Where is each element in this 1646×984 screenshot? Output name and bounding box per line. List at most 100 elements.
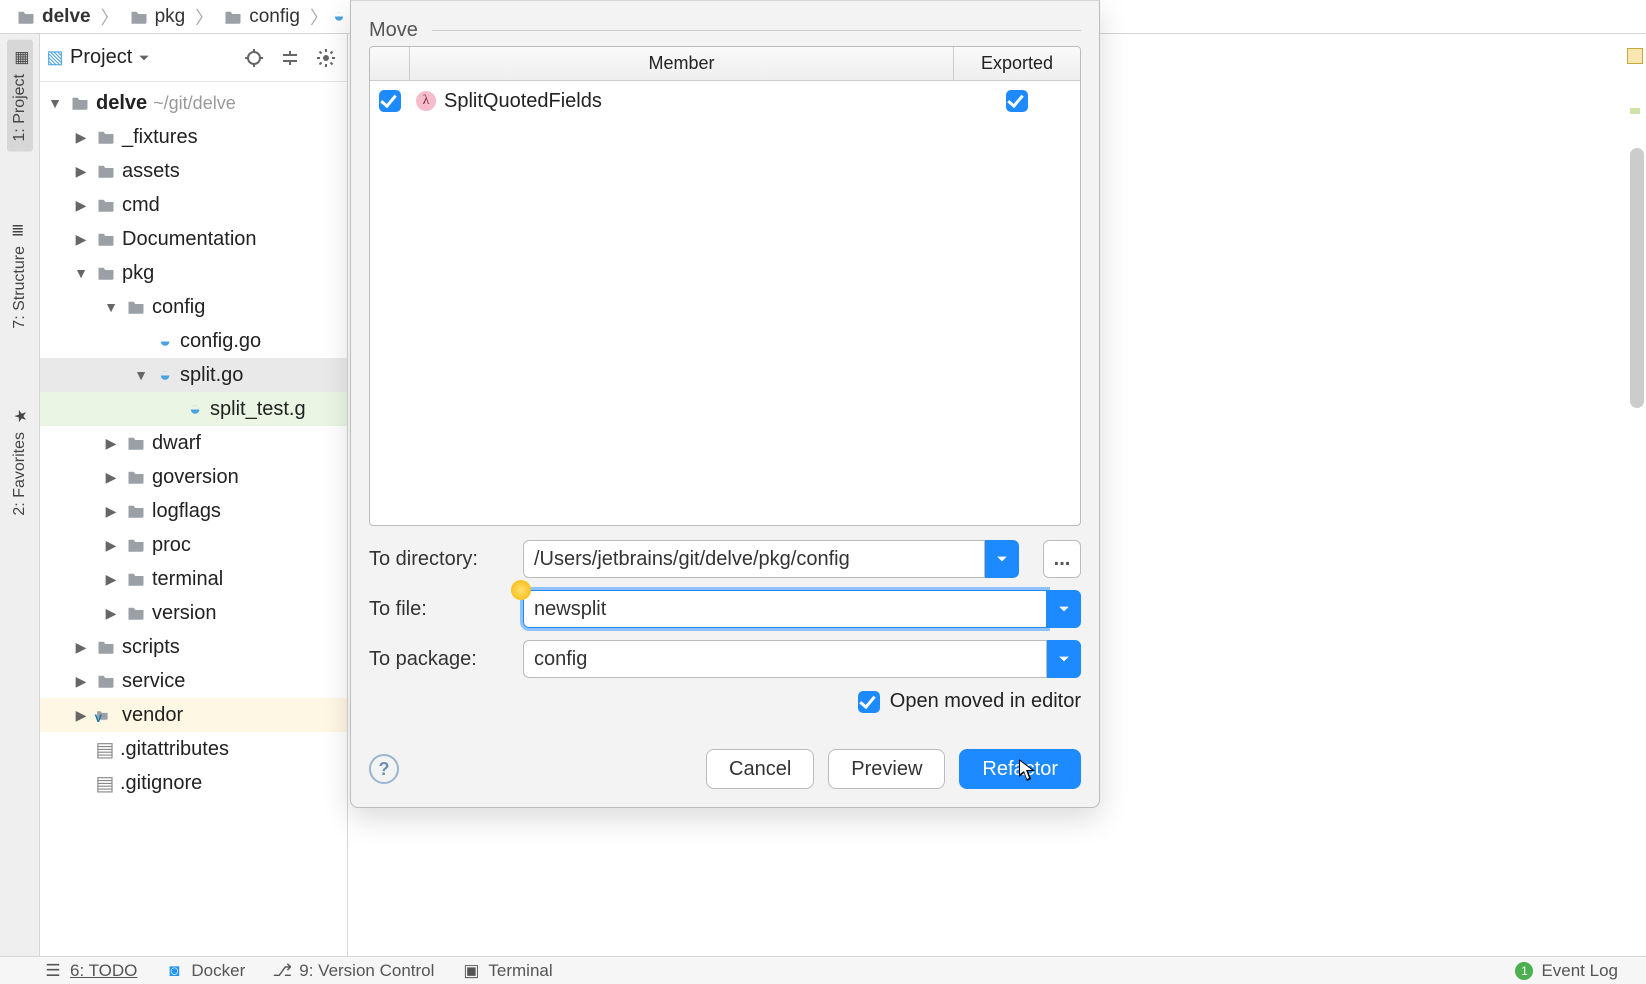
table-row[interactable]: λ SplitQuotedFields: [370, 81, 1080, 121]
collapse-icon[interactable]: [275, 43, 305, 73]
button-label: Refactor: [982, 758, 1058, 781]
dropdown-button[interactable]: [985, 540, 1019, 578]
expand-arrow[interactable]: ▶: [102, 571, 120, 588]
help-button[interactable]: ?: [369, 754, 399, 784]
to-directory-field[interactable]: /Users/jetbrains/git/delve/pkg/config: [523, 540, 1019, 578]
tree-item[interactable]: ▶logflags: [40, 494, 347, 528]
refactor-button[interactable]: Refactor: [959, 749, 1081, 789]
intention-bulb-icon[interactable]: [511, 580, 531, 600]
breadcrumb-item[interactable]: delve: [8, 4, 99, 30]
tool-window-bar-left: 1: Project ▦ 7: Structure ≣ 2: Favorites…: [0, 34, 40, 957]
event-log[interactable]: 1 Event Log: [1515, 961, 1618, 981]
locate-icon[interactable]: [239, 43, 269, 73]
expand-arrow[interactable]: ▼: [132, 367, 150, 383]
cancel-button[interactable]: Cancel: [706, 749, 814, 789]
dropdown-button[interactable]: [1047, 640, 1081, 678]
breadcrumb-label: delve: [42, 6, 91, 28]
expand-arrow[interactable]: ▶: [72, 163, 90, 180]
tree-item[interactable]: ▼ config: [40, 290, 347, 324]
tree-item[interactable]: ▶scripts: [40, 630, 347, 664]
tree-item[interactable]: ◒split_test.g: [40, 392, 347, 426]
tree-item[interactable]: ▶assets: [40, 154, 347, 188]
expand-arrow[interactable]: ▶: [102, 537, 120, 554]
branch-icon: ⎇: [273, 962, 291, 980]
tree-item[interactable]: ▶_fixtures: [40, 120, 347, 154]
tree-item-label: split.go: [180, 364, 243, 387]
to-file-input[interactable]: [523, 590, 1047, 628]
row-exported-checkbox[interactable]: [1006, 90, 1028, 112]
tab-project[interactable]: 1: Project ▦: [7, 40, 33, 152]
to-file-field[interactable]: [523, 590, 1081, 628]
tree-item[interactable]: ▼pkg: [40, 256, 347, 290]
expand-arrow[interactable]: ▶: [72, 197, 90, 214]
preview-button[interactable]: Preview: [828, 749, 945, 789]
tree-root-name: delve: [96, 92, 147, 115]
tab-version-control[interactable]: ⎇ 9: Version Control: [273, 961, 434, 981]
expand-arrow[interactable]: ▼: [102, 299, 120, 315]
breadcrumb-item[interactable]: pkg: [121, 4, 194, 30]
tree-item[interactable]: ▶ version: [40, 596, 347, 630]
gutter-mark[interactable]: [1630, 108, 1640, 114]
tree-item-label: .gitignore: [120, 772, 202, 795]
gear-icon[interactable]: [311, 43, 341, 73]
expand-arrow[interactable]: ▶: [72, 673, 90, 690]
tree-item[interactable]: ▼◒split.go: [40, 358, 347, 392]
to-package-field[interactable]: config: [523, 640, 1081, 678]
tree-item[interactable]: ▶Vvendor: [40, 698, 347, 732]
dropdown-button[interactable]: [1047, 590, 1081, 628]
structure-icon: ≣: [11, 222, 29, 240]
tree-item[interactable]: ◒config.go: [40, 324, 347, 358]
dialog-title-row: Move: [369, 19, 1081, 42]
col-exported: Exported: [954, 47, 1080, 80]
tree-root[interactable]: ▼ delve ~/git/delve: [40, 86, 347, 120]
tab-terminal[interactable]: ▣ Terminal: [462, 961, 552, 981]
tab-structure[interactable]: 7: Structure ≣: [7, 212, 33, 339]
tree-item[interactable]: ▶dwarf: [40, 426, 347, 460]
to-directory-row: To directory: /Users/jetbrains/git/delve…: [369, 540, 1081, 578]
tree-item[interactable]: ▶goversion: [40, 460, 347, 494]
tab-todo[interactable]: ☰ 6: TODO: [44, 961, 137, 981]
breadcrumb-item[interactable]: config: [215, 4, 308, 30]
tab-favorites[interactable]: 2: Favorites ★: [7, 398, 33, 526]
tree-item-label: config: [152, 296, 205, 319]
field-label: To directory:: [369, 548, 509, 571]
tree-item[interactable]: ▤.gitignore: [40, 766, 347, 800]
tree-item[interactable]: ▶proc: [40, 528, 347, 562]
folder-icon: [70, 94, 90, 112]
chevron-right-icon: 〉: [195, 4, 213, 30]
expand-arrow[interactable]: ▶: [102, 469, 120, 486]
scrollbar-thumb[interactable]: [1630, 148, 1644, 408]
expand-arrow[interactable]: ▶: [72, 129, 90, 146]
folder-icon: [96, 672, 116, 690]
browse-button[interactable]: ...: [1043, 540, 1081, 578]
project-tree[interactable]: ▼ delve ~/git/delve ▶_fixtures▶assets▶cm…: [40, 82, 347, 957]
project-panel: ▧ Project ▼ delve ~/git: [40, 34, 348, 957]
folder-icon: [126, 570, 146, 588]
breadcrumb-label: config: [249, 6, 300, 28]
expand-arrow[interactable]: ▶: [102, 503, 120, 520]
tree-item[interactable]: ▶Documentation: [40, 222, 347, 256]
folder-icon: [126, 604, 146, 622]
folder-icon: [16, 8, 36, 26]
field-value[interactable]: config: [523, 640, 1047, 678]
tree-item-label: version: [152, 602, 216, 625]
list-icon: ☰: [44, 962, 62, 980]
inspection-indicator[interactable]: [1627, 48, 1643, 64]
tree-item[interactable]: ▶cmd: [40, 188, 347, 222]
project-label[interactable]: Project: [70, 46, 150, 69]
expand-arrow[interactable]: ▶: [102, 605, 120, 622]
tree-item[interactable]: ▶terminal: [40, 562, 347, 596]
row-include-checkbox[interactable]: [379, 90, 401, 112]
expand-arrow[interactable]: ▶: [72, 639, 90, 656]
tab-docker[interactable]: ◙ Docker: [165, 961, 245, 981]
expand-arrow[interactable]: ▶: [72, 231, 90, 248]
expand-arrow[interactable]: ▼: [72, 265, 90, 281]
field-value[interactable]: /Users/jetbrains/git/delve/pkg/config: [523, 540, 985, 578]
dialog-button-row: ? Cancel Preview Refactor: [369, 749, 1081, 789]
expand-arrow[interactable]: ▼: [46, 95, 64, 111]
tree-item[interactable]: ▤.gitattributes: [40, 732, 347, 766]
expand-arrow[interactable]: ▶: [72, 707, 90, 724]
expand-arrow[interactable]: ▶: [102, 435, 120, 452]
tree-item[interactable]: ▶service: [40, 664, 347, 698]
open-moved-checkbox[interactable]: [858, 691, 880, 713]
